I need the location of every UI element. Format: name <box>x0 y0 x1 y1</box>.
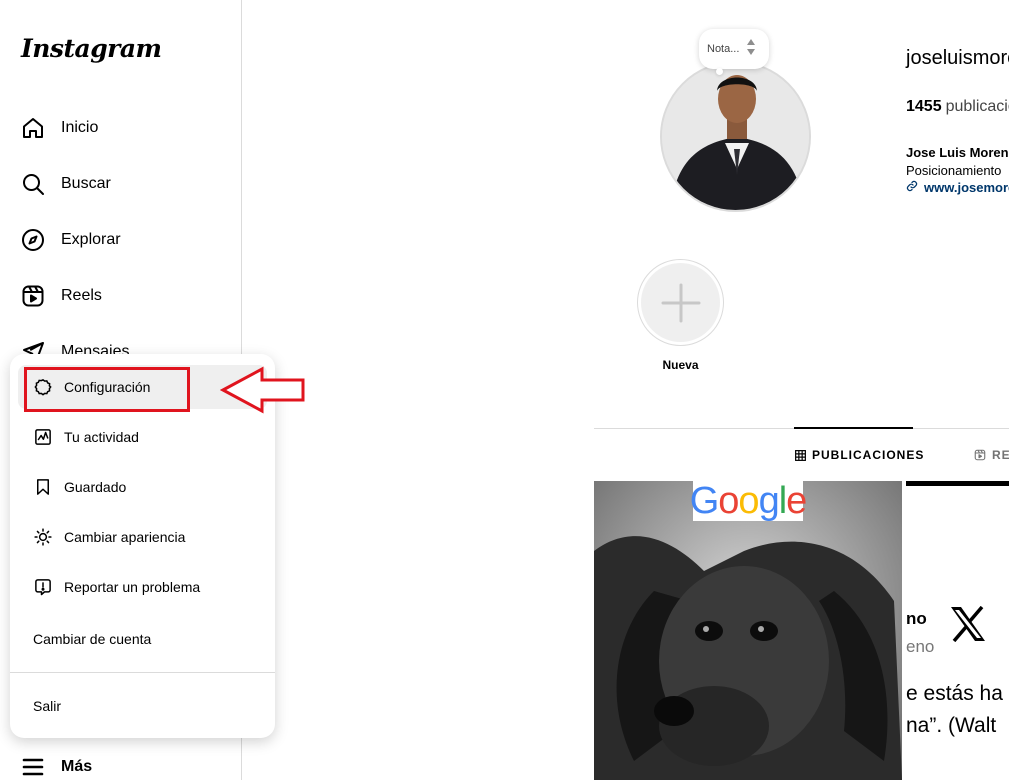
menu-item-label: Guardado <box>64 479 127 495</box>
home-icon <box>20 115 46 141</box>
post-top-bar <box>906 481 1009 486</box>
menu-item-label: Cambiar apariencia <box>64 529 186 545</box>
annotation-arrow-icon <box>220 366 305 414</box>
quote-line-1: e estás ha <box>906 682 1003 705</box>
quote-line-2: na”. (Walt <box>906 714 997 737</box>
activity-icon <box>34 428 52 446</box>
tab-publicaciones[interactable]: PUBLICACIONES <box>795 448 924 462</box>
x-logo-icon <box>949 605 987 647</box>
report-icon <box>34 578 52 596</box>
posts-count-number: 1455 <box>906 98 942 115</box>
person-photo-icon <box>662 63 809 210</box>
link-icon <box>906 180 918 195</box>
sun-icon <box>34 528 52 546</box>
new-highlight-button[interactable] <box>637 259 724 346</box>
menu-item-salir[interactable]: Salir <box>18 684 267 728</box>
sidebar-item-inicio[interactable]: Inicio <box>20 113 98 143</box>
tab-label: PUBLICACIONES <box>812 448 925 462</box>
post-thumbnail-quote[interactable]: no eno e estás ha na”. (Walt <box>906 481 1009 780</box>
menu-divider <box>10 672 275 673</box>
profile-posts-count: 1455publicaciones <box>906 98 1009 116</box>
website-link-text: www.josemoreno <box>924 180 1009 195</box>
profile-avatar[interactable] <box>660 61 811 212</box>
note-bubble-tail <box>716 68 723 75</box>
tab-reels[interactable]: REELS <box>974 448 1009 462</box>
sidebar-item-label: Explorar <box>61 231 121 248</box>
quote-author-handle: eno <box>906 637 935 656</box>
sidebar-item-label: Buscar <box>61 175 111 192</box>
search-icon <box>20 171 46 197</box>
menu-item-cambiar-apariencia[interactable]: Cambiar apariencia <box>18 515 267 559</box>
menu-item-label: Cambiar de cuenta <box>33 631 152 647</box>
menu-item-guardado[interactable]: Guardado <box>18 465 267 509</box>
quote-author-name: no <box>906 609 927 628</box>
new-highlight-label: Nueva <box>662 358 699 372</box>
hamburger-icon <box>20 754 46 780</box>
tab-active-indicator <box>794 427 913 429</box>
instagram-logo[interactable]: Instagram <box>21 34 162 63</box>
google-logo-text: Google <box>689 479 808 522</box>
menu-item-label: Tu actividad <box>64 429 139 445</box>
sidebar-item-reels[interactable]: Reels <box>20 281 102 311</box>
note-placeholder: Nota... <box>707 43 740 55</box>
note-bubble[interactable]: Nota... <box>699 29 769 69</box>
reels-icon <box>974 449 986 461</box>
bookmark-icon <box>34 478 52 496</box>
profile-full-name: Jose Luis Moreno <box>906 145 1009 160</box>
menu-item-tu-actividad[interactable]: Tu actividad <box>18 415 267 459</box>
reels-icon <box>20 283 46 309</box>
sidebar-item-label: Más <box>61 758 93 775</box>
grid-icon <box>795 449 806 461</box>
menu-item-label: Reportar un problema <box>64 579 201 595</box>
sidebar-item-mas[interactable]: Más <box>20 752 92 780</box>
sidebar-item-buscar[interactable]: Buscar <box>20 169 111 199</box>
post-thumbnail-dog[interactable] <box>594 481 902 780</box>
google-logo-badge: Google <box>690 480 808 522</box>
sidebar-item-label: Inicio <box>61 119 99 136</box>
profile-bio: Posicionamiento <box>906 163 1002 178</box>
menu-item-label: Salir <box>33 698 62 714</box>
menu-item-cambiar-cuenta[interactable]: Cambiar de cuenta <box>18 617 267 661</box>
dog-photo-icon <box>594 481 902 780</box>
sort-arrows-icon <box>746 38 756 61</box>
sidebar-item-label: Reels <box>61 287 102 304</box>
profile-username: joseluismoreno <box>906 47 1009 69</box>
compass-icon <box>20 227 46 253</box>
menu-item-reportar-problema[interactable]: Reportar un problema <box>18 565 267 609</box>
annotation-highlight-box <box>24 367 190 412</box>
tab-label: REELS <box>992 448 1009 462</box>
sidebar-item-explorar[interactable]: Explorar <box>20 225 121 255</box>
posts-count-label: publicaciones <box>945 98 1009 115</box>
profile-website-link[interactable]: www.josemoreno <box>906 180 1009 195</box>
new-highlight-circle <box>641 263 720 342</box>
plus-icon <box>661 283 700 322</box>
